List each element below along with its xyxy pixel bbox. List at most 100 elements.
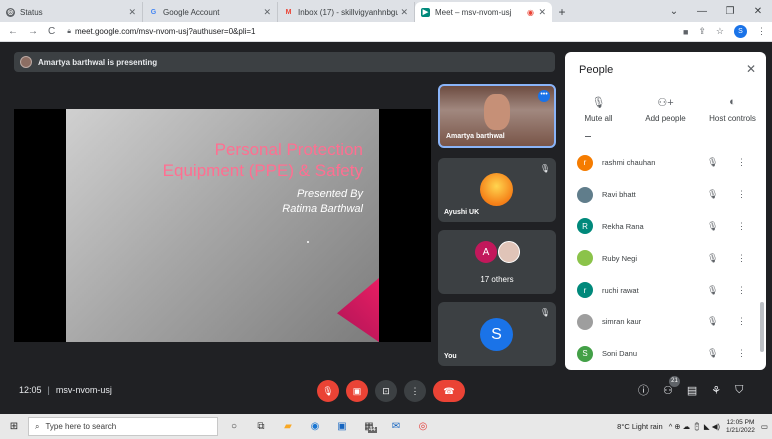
maximize-icon[interactable]: ❐ [716, 6, 744, 17]
close-tab-icon[interactable]: ✕ [400, 7, 408, 18]
scrollbar[interactable] [760, 302, 764, 352]
mic-off-icon: 🎙︎ [707, 220, 719, 231]
chrome-icon[interactable]: ◎ [412, 421, 434, 432]
system-tray: 8°C Light rain ^ ⊕ ☁ 🔋︎ ◣ ◀) 12:05 PM 1/… [617, 414, 768, 439]
edge-icon[interactable]: ◉ [304, 421, 326, 432]
store-icon[interactable]: ▣ [331, 421, 353, 432]
tab-label: Meet – msv-nvom-usj [435, 7, 512, 17]
list-item[interactable]: Ravi bhatt 🎙︎ ⋮ [565, 179, 760, 211]
forward-icon[interactable]: → [28, 26, 38, 37]
mail-icon[interactable]: ✉ [385, 421, 407, 432]
camera-toggle-button[interactable]: ▣ [346, 380, 368, 402]
tab-search-icon[interactable]: ⌄ [660, 6, 688, 17]
slide-title: Personal Protection Equipment (PPE) & Sa… [103, 139, 363, 181]
leave-call-button[interactable]: ☎︎ [433, 380, 465, 402]
camera-indicator-icon[interactable]: ■ [683, 27, 688, 37]
people-button[interactable]: ⚇ 21 [663, 375, 680, 397]
app-icon[interactable]: ▦44 [358, 421, 380, 433]
share-icon[interactable]: ⇪ [698, 26, 706, 37]
info-icon[interactable]: ⓘ [638, 382, 649, 398]
cortana-icon[interactable]: ○ [223, 421, 245, 432]
mic-off-icon: 🎙︎ [707, 316, 719, 327]
tab-label: Inbox (17) - skillvigyanhnbgu@g [298, 7, 398, 17]
list-item[interactable]: S Soni Danu 🎙︎ ⋮ [565, 338, 760, 370]
close-tab-icon[interactable]: ✕ [128, 7, 136, 18]
tab-meet[interactable]: ▶ Meet – msv-nvom-usj ◉ ✕ [415, 2, 552, 22]
profile-avatar[interactable]: S [734, 25, 747, 38]
tab-google-account[interactable]: G Google Account ✕ [143, 2, 278, 22]
participant-tile-presenter[interactable]: ••• Amartya barthwal [438, 84, 556, 148]
task-view-icon[interactable]: ⧉ [250, 421, 272, 432]
screen: ◎ Status ✕ G Google Account ✕ M Inbox (1… [0, 0, 772, 439]
present-button[interactable]: ⊡ [375, 380, 397, 402]
windows-start-icon[interactable]: ⊞ [0, 421, 28, 432]
close-tab-icon[interactable]: ✕ [263, 7, 271, 18]
mute-all-button[interactable]: 🎙︎ Mute all [565, 96, 632, 123]
mic-toggle-button[interactable]: 🎙︎ [317, 380, 339, 402]
presenter-avatar [20, 56, 32, 68]
close-icon[interactable]: ✕ [746, 62, 756, 76]
new-tab-button[interactable]: + [552, 2, 572, 22]
avatar: r [577, 282, 593, 299]
notifications-icon[interactable]: ▭ [761, 422, 768, 431]
more-options-icon[interactable]: ⋮ [737, 189, 746, 200]
current-time: 12:05 [19, 385, 42, 395]
participant-name: Ruby Negi [602, 253, 638, 263]
host-controls-button[interactable]: ◐ Host controls [699, 96, 766, 123]
tab-status[interactable]: ◎ Status ✕ [0, 2, 143, 22]
url-field[interactable]: 🔒︎ meet.google.com/msv-nvom-usj?authuser… [67, 27, 255, 36]
close-tab-icon[interactable]: ✕ [538, 7, 546, 18]
more-options-button[interactable]: ⋮ [404, 380, 426, 402]
people-panel: People ✕ 🎙︎ Mute all ⚇+ Add people ◐ Hos… [565, 52, 766, 370]
more-options-icon[interactable]: ⋮ [737, 157, 746, 168]
menu-icon[interactable]: ⋮ [757, 26, 766, 37]
slide-title-line: Equipment (PPE) & Safety [162, 161, 363, 180]
people-actions: 🎙︎ Mute all ⚇+ Add people ◐ Host control… [565, 96, 766, 123]
list-item[interactable]: R Rekha Rana 🎙︎ ⋮ [565, 211, 760, 243]
mic-off-icon: 🎙︎ [591, 97, 606, 109]
add-people-button[interactable]: ⚇+ Add people [632, 96, 699, 123]
lock-icon: 🔒︎ [67, 27, 71, 35]
host-controls-icon[interactable]: ⛉ [735, 384, 743, 397]
chat-icon[interactable]: ▤ [687, 384, 697, 397]
avatar: r [577, 154, 593, 171]
more-options-icon[interactable]: ••• [538, 90, 550, 102]
weather-text[interactable]: 8°C Light rain [617, 422, 663, 431]
more-options-icon[interactable]: ⋮ [737, 253, 746, 264]
tray-icons[interactable]: ^ ⊕ ☁ 🔋︎ ◣ ◀) [669, 422, 720, 431]
meeting-info: 12:05 | msv-nvom-usj [19, 385, 112, 395]
more-options-icon[interactable]: ⋮ [737, 285, 746, 296]
bookmark-star-icon[interactable]: ☆ [716, 26, 724, 37]
participant-tile[interactable]: 🎙︎ Ayushi UK [438, 158, 556, 222]
slide-decoration [337, 278, 379, 342]
minimize-icon[interactable]: — [688, 6, 716, 17]
list-item[interactable]: r rashmi chauhan 🎙︎ ⋮ [565, 147, 760, 179]
avatar [498, 241, 520, 263]
back-icon[interactable]: ← [8, 26, 18, 37]
file-explorer-icon[interactable]: ▰ [277, 421, 299, 432]
list-item[interactable]: Ruby Negi 🎙︎ ⋮ [565, 242, 760, 274]
activities-icon[interactable]: ⚘ [711, 384, 721, 397]
list-item[interactable]: simran kaur 🎙︎ ⋮ [565, 306, 760, 338]
action-label: Host controls [709, 114, 756, 123]
others-tile[interactable]: A 17 others [438, 230, 556, 294]
taskbar-search[interactable]: ⌕ Type here to search [28, 417, 218, 436]
clock-date: 1/21/2022 [725, 426, 755, 434]
tab-inbox[interactable]: M Inbox (17) - skillvigyanhnbgu@g ✕ [278, 2, 415, 22]
windows-taskbar: ⊞ ⌕ Type here to search ○ ⧉ ▰ ◉ ▣ ▦44 ✉ … [0, 414, 772, 439]
reload-icon[interactable]: C [48, 26, 55, 37]
google-icon: G [150, 8, 157, 16]
avatar: A [475, 241, 497, 263]
divider [585, 136, 591, 137]
more-options-icon[interactable]: ⋮ [737, 221, 746, 232]
call-controls: 🎙︎ ▣ ⊡ ⋮ ☎︎ [317, 380, 465, 402]
taskbar-clock[interactable]: 12:05 PM 1/21/2022 [726, 419, 755, 435]
list-item[interactable]: r ruchi rawat 🎙︎ ⋮ [565, 274, 760, 306]
tab-label: Google Account [163, 7, 220, 17]
others-count: 17 others [480, 275, 514, 284]
more-options-icon[interactable]: ⋮ [737, 348, 746, 359]
more-options-icon[interactable]: ⋮ [737, 316, 746, 327]
meeting-code: msv-nvom-usj [55, 385, 112, 395]
self-tile[interactable]: 🎙︎ S You [438, 302, 556, 366]
close-window-icon[interactable]: ✕ [744, 6, 772, 17]
